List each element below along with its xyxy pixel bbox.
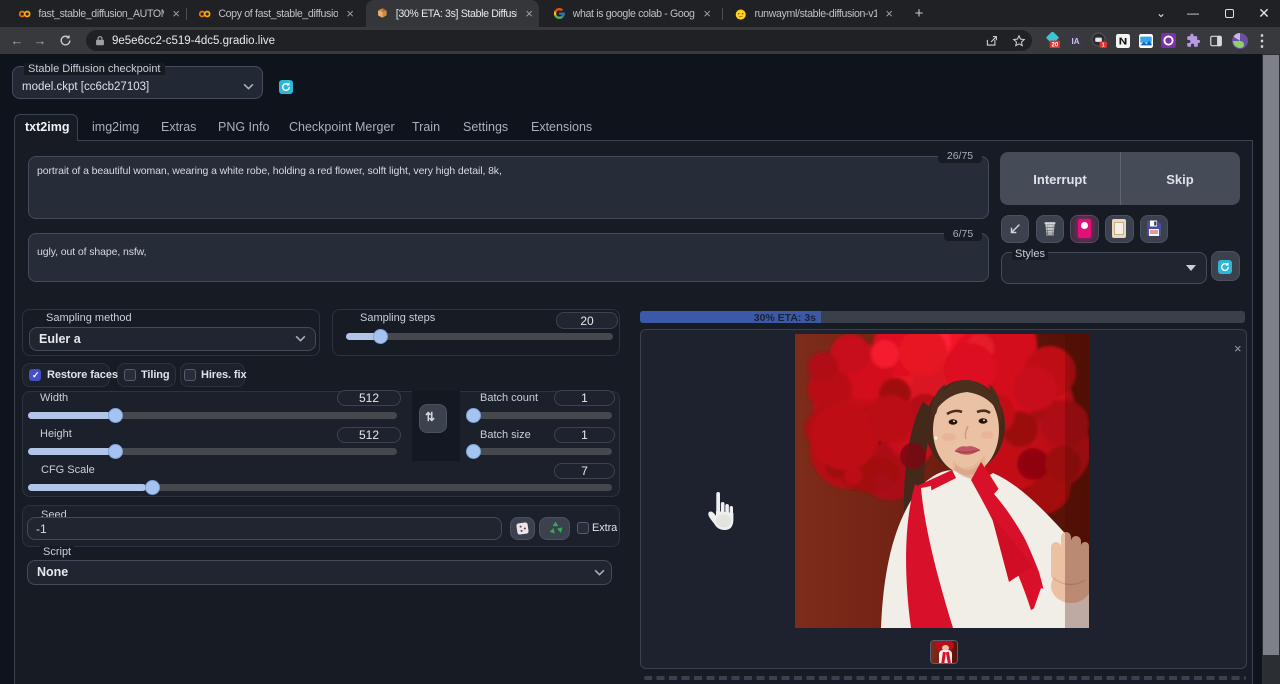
svg-text:20: 20 — [1051, 42, 1058, 49]
svg-text:1: 1 — [1101, 43, 1104, 49]
svg-text:IA: IA — [1071, 37, 1079, 46]
